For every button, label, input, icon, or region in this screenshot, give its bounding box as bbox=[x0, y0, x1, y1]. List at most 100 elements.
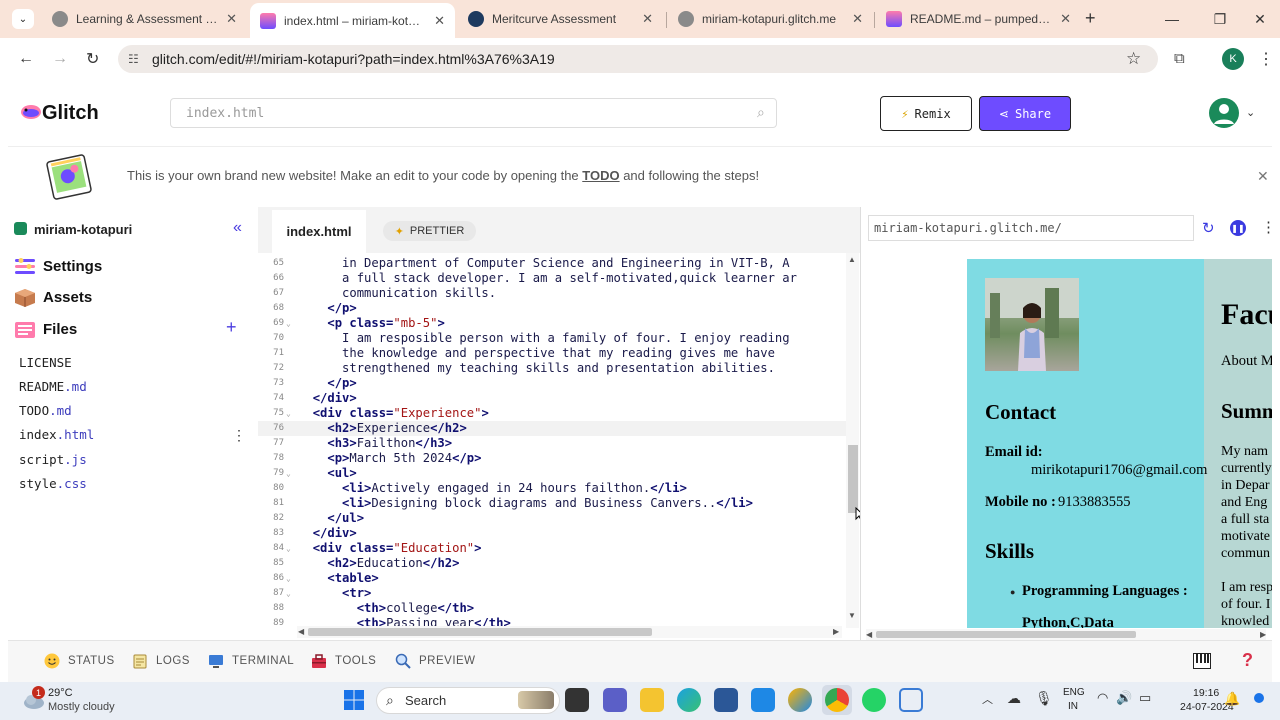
scroll-right-arrow-icon[interactable]: ▶ bbox=[833, 627, 839, 636]
close-icon[interactable]: ✕ bbox=[434, 13, 445, 29]
project-name[interactable]: miriam-kotapuri bbox=[34, 222, 132, 237]
file-item-readme[interactable]: README.md bbox=[19, 379, 87, 394]
code-line[interactable]: 72 strengthened my teaching skills and p… bbox=[258, 361, 846, 376]
code-line[interactable]: 83 </div> bbox=[258, 526, 846, 541]
keyboard-shortcuts-piano-icon[interactable] bbox=[1193, 653, 1211, 669]
logs-button[interactable]: LOGS bbox=[132, 653, 190, 669]
help-question-icon[interactable]: ? bbox=[1242, 650, 1253, 671]
scroll-right-arrow-icon[interactable]: ▶ bbox=[1260, 630, 1266, 639]
glitch-logo[interactable]: Glitch bbox=[42, 102, 99, 125]
refresh-preview-icon[interactable]: ↻ bbox=[1202, 219, 1215, 237]
code-line[interactable]: 68 </p> bbox=[258, 301, 846, 316]
editor-vertical-scrollbar[interactable] bbox=[846, 253, 859, 628]
close-banner-icon[interactable]: ✕ bbox=[1257, 168, 1269, 185]
sidebar-item-assets[interactable]: Assets bbox=[43, 289, 92, 306]
fold-chevron-icon[interactable]: ⌄ bbox=[286, 571, 291, 586]
sidebar-item-settings[interactable]: Settings bbox=[43, 258, 102, 275]
collapse-sidebar-icon[interactable]: « bbox=[233, 219, 242, 237]
editor-hscroll-thumb[interactable] bbox=[308, 628, 652, 636]
code-line[interactable]: 87 ⌄ <tr> bbox=[258, 586, 846, 601]
fold-chevron-icon[interactable]: ⌄ bbox=[286, 586, 291, 601]
sidebar-item-files[interactable]: Files bbox=[43, 321, 77, 338]
snipping-tool-icon[interactable] bbox=[899, 688, 923, 712]
browser-menu-icon[interactable]: ⋮ bbox=[1258, 49, 1274, 69]
browser-tab[interactable]: Meritcurve Assessment ✕ bbox=[458, 5, 663, 33]
file-item-style[interactable]: style.css bbox=[19, 476, 87, 491]
chevron-down-icon[interactable]: ⌄ bbox=[1246, 106, 1255, 119]
file-options-icon[interactable]: ⋮ bbox=[232, 427, 246, 444]
microphone-icon[interactable]: 🎙 bbox=[1035, 690, 1053, 707]
file-item-todo[interactable]: TODO.md bbox=[19, 403, 72, 418]
browser-tab-active[interactable]: index.html – miriam-kotapuri ✕ bbox=[250, 3, 455, 38]
fold-chevron-icon[interactable]: ⌄ bbox=[286, 406, 291, 421]
whatsapp-icon[interactable] bbox=[862, 688, 886, 712]
terminal-button[interactable]: TERMINAL bbox=[208, 653, 294, 669]
battery-icon[interactable]: ▭ bbox=[1139, 690, 1151, 706]
scroll-left-arrow-icon[interactable]: ◀ bbox=[298, 627, 304, 636]
tray-chevron-up-icon[interactable]: ︿ bbox=[982, 691, 993, 707]
todo-link[interactable]: TODO bbox=[582, 168, 619, 183]
site-info-icon[interactable]: ☷ bbox=[128, 52, 139, 66]
scroll-up-arrow-icon[interactable]: ▲ bbox=[848, 255, 856, 264]
close-icon[interactable]: ✕ bbox=[852, 11, 863, 27]
code-line[interactable]: 69 ⌄ <p class="mb-5"> bbox=[258, 316, 846, 331]
language-region[interactable]: IN bbox=[1068, 701, 1078, 712]
code-line[interactable]: 82 </ul> bbox=[258, 511, 846, 526]
minimize-icon[interactable]: — bbox=[1150, 0, 1194, 38]
back-arrow-icon[interactable]: ← bbox=[18, 50, 34, 68]
editor-tab-index[interactable]: index.html bbox=[272, 210, 366, 253]
tools-button[interactable]: TOOLS bbox=[311, 653, 376, 669]
code-line[interactable]: 74 </div> bbox=[258, 391, 846, 406]
edge-browser-icon[interactable] bbox=[677, 688, 701, 712]
add-file-icon[interactable]: + bbox=[226, 317, 237, 338]
profile-avatar[interactable]: K bbox=[1222, 48, 1244, 70]
code-line[interactable]: 81 <li>Designing block diagrams and Busi… bbox=[258, 496, 846, 511]
browser-tab[interactable]: miriam-kotapuri.glitch.me ✕ bbox=[668, 5, 873, 33]
restore-icon[interactable]: ❐ bbox=[1198, 0, 1242, 38]
code-line[interactable]: 71 the knowledge and perspective that my… bbox=[258, 346, 846, 361]
fold-chevron-icon[interactable]: ⌄ bbox=[286, 541, 291, 556]
volume-icon[interactable]: 🔊 bbox=[1116, 690, 1132, 706]
code-line[interactable]: 88 <th>college</th> bbox=[258, 601, 846, 616]
code-line[interactable]: 84 ⌄ <div class="Education"> bbox=[258, 541, 846, 556]
code-line[interactable]: 78 <p>March 5th 2024</p> bbox=[258, 451, 846, 466]
windows-start-icon[interactable] bbox=[344, 690, 364, 710]
wifi-icon[interactable]: ◠ bbox=[1097, 690, 1108, 706]
app-icon[interactable] bbox=[788, 688, 812, 712]
task-view-icon[interactable] bbox=[565, 688, 589, 712]
scroll-down-arrow-icon[interactable]: ▼ bbox=[848, 611, 856, 620]
app-icon[interactable] bbox=[751, 688, 775, 712]
user-avatar-icon[interactable] bbox=[1209, 98, 1239, 128]
code-line[interactable]: 76 <h2>Experience</h2> bbox=[258, 421, 846, 436]
code-line[interactable]: 75 ⌄ <div class="Experience"> bbox=[258, 406, 846, 421]
reload-icon[interactable]: ↻ bbox=[86, 49, 99, 69]
code-line[interactable]: 86 ⌄ <table> bbox=[258, 571, 846, 586]
glitch-logo-fish-icon[interactable] bbox=[20, 103, 42, 121]
window-close-icon[interactable]: ✕ bbox=[1240, 0, 1280, 38]
fold-chevron-icon[interactable]: ⌄ bbox=[286, 466, 291, 481]
language-primary[interactable]: ENG bbox=[1063, 687, 1085, 698]
onedrive-cloud-icon[interactable]: ☁ bbox=[1007, 690, 1021, 707]
new-tab-button[interactable]: + bbox=[1085, 8, 1096, 29]
code-line[interactable]: 66 a full stack developer. I am a self-m… bbox=[258, 271, 846, 286]
file-explorer-icon[interactable] bbox=[640, 688, 664, 712]
chrome-icon[interactable] bbox=[825, 688, 849, 712]
code-line[interactable]: 77 <h3>Failthon</h3> bbox=[258, 436, 846, 451]
file-item-index[interactable]: index.html bbox=[19, 427, 94, 442]
editor-scroll-thumb[interactable] bbox=[848, 445, 858, 513]
code-line[interactable]: 65 in Department of Computer Science and… bbox=[258, 256, 846, 271]
preview-options-icon[interactable]: ⋮ bbox=[1261, 218, 1276, 236]
pause-icon[interactable]: ❚❚ bbox=[1230, 220, 1246, 236]
code-line[interactable]: 80 <li>Actively engaged in 24 hours fail… bbox=[258, 481, 846, 496]
preview-hscroll-thumb[interactable] bbox=[876, 631, 1136, 638]
fold-chevron-icon[interactable]: ⌄ bbox=[286, 316, 291, 331]
close-icon[interactable]: ✕ bbox=[642, 11, 653, 27]
bookmark-star-icon[interactable]: ☆ bbox=[1126, 49, 1141, 69]
share-button[interactable]: ⋖ Share bbox=[979, 96, 1071, 131]
address-url[interactable]: glitch.com/edit/#!/miriam-kotapuri?path=… bbox=[152, 51, 555, 67]
tab-search-chevron-icon[interactable]: ⌄ bbox=[12, 9, 34, 29]
teams-chat-icon[interactable] bbox=[603, 688, 627, 712]
weather-desc[interactable]: Mostly cloudy bbox=[48, 701, 115, 713]
file-item-license[interactable]: LICENSE bbox=[19, 355, 72, 370]
browser-tab[interactable]: Learning & Assessment Platform ✕ bbox=[42, 5, 247, 33]
